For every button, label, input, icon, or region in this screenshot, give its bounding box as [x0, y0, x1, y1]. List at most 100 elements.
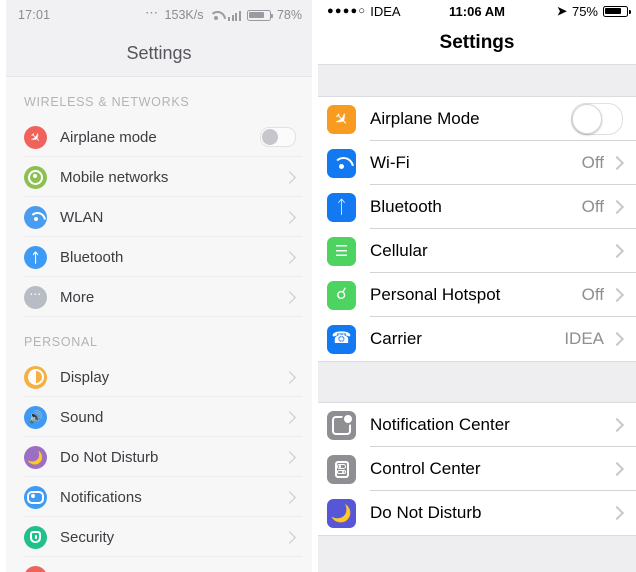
chevron-right-icon — [283, 211, 296, 224]
chevron-right-icon — [610, 244, 624, 258]
android-status-bar: 17:01 ⋯ 153K/s 78% — [6, 0, 312, 30]
chevron-right-icon — [610, 418, 624, 432]
android-row-airplane-mode[interactable]: ✈ Airplane mode — [6, 117, 312, 157]
cellular-tower-icon: ☰ — [327, 237, 356, 266]
battery-icon — [247, 10, 271, 21]
chevron-right-icon — [283, 451, 296, 464]
row-label: Mobile networks — [60, 169, 168, 186]
chevron-right-icon — [610, 332, 624, 346]
row-value: Off — [582, 285, 604, 305]
sound-icon: 🔊 — [24, 406, 47, 429]
ios-row-bluetooth[interactable]: ᛏ Bluetooth Off — [318, 185, 636, 229]
chevron-right-icon — [283, 411, 296, 424]
phone-icon: ☎ — [327, 325, 356, 354]
ios-row-control-center[interactable]: Control Center — [318, 447, 636, 491]
group-spacer-middle — [318, 361, 636, 403]
ios-row-wifi[interactable]: Wi-Fi Off — [318, 141, 636, 185]
status-indicators: ➤ 75% — [557, 4, 628, 19]
control-center-icon — [327, 455, 356, 484]
chevron-right-icon — [283, 251, 296, 264]
more-dots-icon: ⋯ — [24, 286, 47, 309]
airplane-icon: ✈ — [24, 126, 47, 149]
android-settings-list: WIRELESS & NETWORKS ✈ Airplane mode Mobi… — [6, 77, 312, 572]
row-label: Bluetooth — [370, 197, 442, 217]
android-settings-screen: 17:01 ⋯ 153K/s 78% Settings WIRELESS & N… — [0, 0, 318, 572]
airplane-icon: ✈ — [327, 105, 356, 134]
ios-row-notification-center[interactable]: Notification Center — [318, 403, 636, 447]
row-label: Control Center — [370, 459, 481, 479]
chevron-right-icon — [283, 171, 296, 184]
group-spacer-top — [318, 64, 636, 97]
notifications-icon — [24, 486, 47, 509]
hotspot-link-icon: ☌ — [327, 281, 356, 310]
row-label: More — [60, 289, 94, 306]
more-dots-icon: ⋯ — [145, 6, 159, 19]
location-arrow-icon: ➤ — [557, 5, 567, 17]
moon-icon: 🌙 — [24, 446, 47, 469]
chevron-right-icon — [610, 156, 624, 170]
android-row-bluetooth[interactable]: ᛏ Bluetooth — [6, 237, 312, 277]
chevron-right-icon — [283, 491, 296, 504]
signal-bars-icon — [228, 10, 241, 21]
carrier-label: IDEA — [370, 4, 400, 19]
chevron-right-icon — [283, 531, 296, 544]
group-spacer-bottom — [318, 535, 636, 572]
wifi-icon — [327, 149, 356, 178]
chevron-right-icon — [610, 462, 624, 476]
android-row-wlan[interactable]: WLAN — [6, 197, 312, 237]
ios-row-do-not-disturb[interactable]: 🌙 Do Not Disturb — [318, 491, 636, 535]
airplane-mode-toggle[interactable] — [260, 127, 296, 147]
ios-settings-group-connectivity: ✈ Airplane Mode Wi-Fi Off ᛏ Bluetooth Of… — [318, 97, 636, 361]
row-label: Airplane Mode — [370, 109, 480, 129]
android-row-notifications[interactable]: Notifications — [6, 477, 312, 517]
cutoff-icon — [24, 566, 47, 572]
row-label: Display — [60, 369, 109, 386]
row-label: Sound — [60, 409, 103, 426]
shield-icon — [24, 526, 47, 549]
moon-icon: 🌙 — [327, 499, 356, 528]
battery-percent-label: 75% — [572, 4, 598, 19]
chevron-right-icon — [283, 291, 296, 304]
android-row-do-not-disturb[interactable]: 🌙 Do Not Disturb — [6, 437, 312, 477]
comparison-screenshots: 17:01 ⋯ 153K/s 78% Settings WIRELESS & N… — [0, 0, 636, 572]
android-row-more[interactable]: ⋯ More — [6, 277, 312, 317]
chevron-right-icon — [610, 200, 624, 214]
android-row-sound[interactable]: 🔊 Sound — [6, 397, 312, 437]
android-screen-content: 17:01 ⋯ 153K/s 78% Settings WIRELESS & N… — [6, 0, 312, 572]
bluetooth-icon: ᛏ — [24, 246, 47, 269]
mobile-network-icon — [24, 166, 47, 189]
row-label: Do Not Disturb — [370, 503, 481, 523]
ios-settings-screen: ●●●●○ IDEA 11:06 AM ➤ 75% Settings ✈ Air… — [318, 0, 636, 572]
android-page-title: Settings — [6, 30, 312, 77]
row-label: Notification Center — [370, 415, 510, 435]
notification-center-icon — [327, 411, 356, 440]
section-header-personal: PERSONAL — [6, 317, 312, 357]
android-row-mobile-networks[interactable]: Mobile networks — [6, 157, 312, 197]
battery-icon — [603, 6, 628, 17]
row-label: WLAN — [60, 209, 103, 226]
display-brightness-icon — [24, 366, 47, 389]
chevron-right-icon — [283, 371, 296, 384]
row-label: Do Not Disturb — [60, 449, 158, 466]
ios-row-cellular[interactable]: ☰ Cellular — [318, 229, 636, 273]
signal-dots-icon: ●●●●○ — [327, 5, 366, 17]
row-label: Carrier — [370, 329, 422, 349]
wlan-icon — [24, 206, 47, 229]
ios-page-title: Settings — [318, 22, 636, 64]
ios-row-personal-hotspot[interactable]: ☌ Personal Hotspot Off — [318, 273, 636, 317]
row-value: Off — [582, 153, 604, 173]
android-row-display[interactable]: Display — [6, 357, 312, 397]
ios-settings-group-notifications: Notification Center Control Center 🌙 Do … — [318, 403, 636, 535]
ios-status-bar: ●●●●○ IDEA 11:06 AM ➤ 75% — [318, 0, 636, 22]
ios-row-airplane-mode[interactable]: ✈ Airplane Mode — [318, 97, 636, 141]
android-row-partial-cutoff[interactable] — [6, 557, 312, 572]
status-indicators: ⋯ 153K/s 78% — [145, 8, 302, 22]
android-row-security[interactable]: Security — [6, 517, 312, 557]
row-label: Notifications — [60, 489, 142, 506]
chevron-right-icon — [610, 288, 624, 302]
ios-row-carrier[interactable]: ☎ Carrier IDEA — [318, 317, 636, 361]
row-label: Personal Hotspot — [370, 285, 500, 305]
battery-percent-label: 78% — [277, 8, 302, 22]
row-value: IDEA — [564, 329, 604, 349]
airplane-mode-toggle[interactable] — [571, 103, 623, 135]
